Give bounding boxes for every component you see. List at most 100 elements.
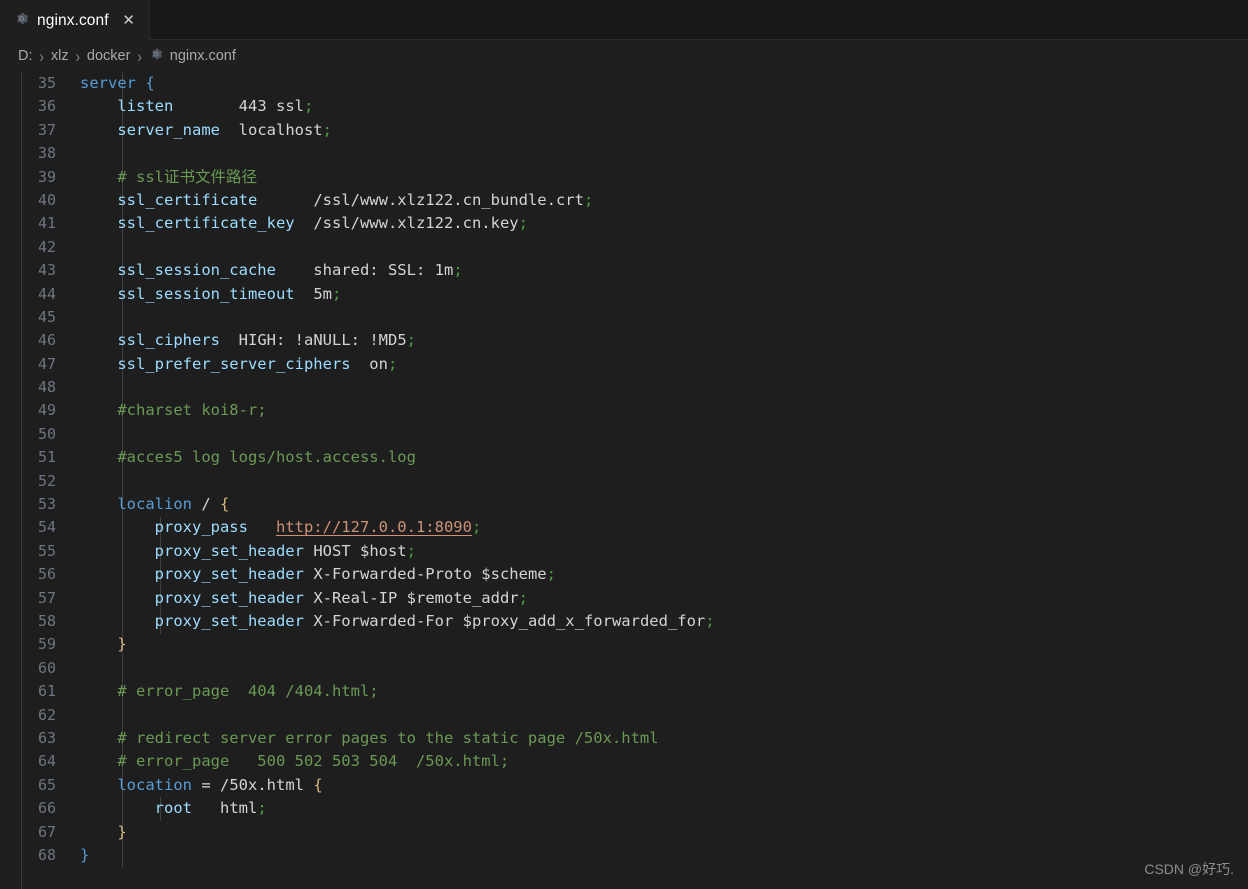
code-line: 40 ssl_certificate /ssl/www.xlz122.cn_bu…: [0, 189, 1248, 212]
code-line: 55 proxy_set_header HOST $host;: [0, 540, 1248, 563]
code-line: 39 # ssl证书文件路径: [0, 166, 1248, 189]
line-number: 51: [37, 448, 56, 467]
code-text: }: [117, 822, 127, 841]
watermark: CSDN @好巧.: [1144, 860, 1234, 877]
code-line: 65 location = /50x.html {: [0, 774, 1248, 797]
line-number: 67: [37, 822, 56, 841]
breadcrumb-label: D:: [18, 48, 33, 64]
code-text: ssl_certificate /ssl/www.xlz122.cn_bundl…: [117, 190, 594, 209]
code-text: proxy_set_header X-Real-IP $remote_addr;: [154, 588, 528, 607]
code-line: 37 server_name localhost;: [0, 119, 1248, 142]
chevron-right-icon: ›: [39, 46, 44, 66]
code-line: 56 proxy_set_header X-Forwarded-Proto $s…: [0, 563, 1248, 586]
code-line: 63 # redirect server error pages to the …: [0, 727, 1248, 750]
code-text: #charset koi8-r;: [117, 401, 267, 420]
breadcrumb-item-file[interactable]: nginx.conf: [149, 47, 236, 65]
code-text: }: [117, 635, 127, 654]
breadcrumb-label: nginx.conf: [169, 48, 236, 64]
code-text: ssl_ciphers HIGH: !aNULL: !MD5;: [117, 331, 417, 350]
line-number: 48: [37, 378, 56, 397]
code-line: 59 }: [0, 633, 1248, 656]
line-number: 62: [37, 705, 56, 724]
line-number: 41: [37, 214, 56, 233]
code-line: 52: [0, 470, 1248, 493]
breadcrumb-item-xlz[interactable]: xlz: [51, 48, 69, 64]
line-number: 66: [37, 799, 56, 818]
code-line: 60: [0, 657, 1248, 680]
code-text: ssl_session_cache shared: SSL: 1m;: [117, 261, 463, 280]
code-line: 53 localion / {: [0, 493, 1248, 516]
breadcrumb-label: docker: [86, 48, 131, 64]
code-line: 45: [0, 306, 1248, 329]
code-text: location = /50x.html {: [117, 775, 323, 794]
code-line: 50: [0, 423, 1248, 446]
line-number: 57: [37, 588, 56, 607]
code-line: 35 server {: [0, 72, 1248, 95]
line-number: 60: [37, 658, 56, 677]
code-text: # error_page 404 /404.html;: [117, 682, 379, 701]
chevron-right-icon: ›: [137, 46, 142, 66]
code-text: localion / {: [117, 495, 230, 514]
tab-label: nginx.conf: [37, 11, 109, 29]
code-line: 68}: [0, 844, 1248, 867]
code-line: 36 listen 443 ssl;: [0, 95, 1248, 118]
chevron-right-icon: ›: [75, 46, 80, 66]
line-number: 37: [37, 120, 56, 139]
code-line: 48: [0, 376, 1248, 399]
line-number: 64: [37, 752, 56, 771]
code-text: # ssl证书文件路径: [117, 167, 257, 186]
line-number: 54: [37, 518, 56, 537]
code-text: ssl_session_timeout 5m;: [117, 284, 342, 303]
line-number: 53: [37, 495, 56, 514]
breadcrumb: D: › xlz › docker › nginx.conf: [0, 40, 1248, 72]
code-editor[interactable]: 35 server {36 listen 443 ssl; 37 server_na…: [0, 72, 1248, 889]
line-number: 59: [37, 635, 56, 654]
breadcrumb-label: xlz: [50, 48, 69, 64]
code-text: ssl_prefer_server_ciphers on;: [117, 354, 398, 373]
line-number: 68: [37, 845, 56, 864]
editor-tab-bar: nginx.conf ✕: [0, 0, 1248, 40]
line-number: 40: [37, 190, 56, 209]
line-number: 65: [37, 775, 56, 794]
code-text: listen 443 ssl;: [117, 97, 314, 116]
line-number: 36: [37, 97, 56, 116]
line-number: 39: [37, 167, 56, 186]
line-number: 52: [37, 471, 56, 490]
code-text: # error_page 500 502 503 504 /50x.html;: [117, 752, 510, 771]
line-number: 61: [37, 682, 56, 701]
line-number: 46: [37, 331, 56, 350]
gear-icon: [14, 11, 29, 31]
line-number: 63: [37, 728, 56, 747]
close-icon[interactable]: ✕: [119, 11, 139, 31]
line-number: 55: [37, 541, 56, 560]
code-line: 38: [0, 142, 1248, 165]
line-number: 35: [37, 74, 56, 92]
code-text: }: [80, 845, 90, 864]
breadcrumb-item-drive[interactable]: D:: [18, 48, 33, 64]
code-line: 67 }: [0, 821, 1248, 844]
code-line: 61 # error_page 404 /404.html;: [0, 680, 1248, 703]
line-number: 58: [37, 611, 56, 630]
line-number: 49: [37, 401, 56, 420]
line-number: 45: [37, 307, 56, 326]
code-line: 42: [0, 236, 1248, 259]
code-line: 51 #acces5 log logs/host.access.log: [0, 446, 1248, 469]
code-lines: 35 server {36 listen 443 ssl; 37 server_na…: [0, 72, 1248, 867]
code-line: 41 ssl_certificate_key /ssl/www.xlz122.c…: [0, 212, 1248, 235]
code-text: root html;: [154, 799, 267, 818]
code-text: proxy_set_header HOST $host;: [154, 541, 416, 560]
code-text: # redirect server error pages to the sta…: [117, 728, 659, 747]
code-line: 58 proxy_set_header X-Forwarded-For $pro…: [0, 610, 1248, 633]
breadcrumb-item-docker[interactable]: docker: [87, 48, 131, 64]
code-line: 57 proxy_set_header X-Real-IP $remote_ad…: [0, 587, 1248, 610]
line-number: 56: [37, 565, 56, 584]
tab-nginx-conf[interactable]: nginx.conf ✕: [0, 0, 150, 40]
code-text: proxy_set_header X-Forwarded-For $proxy_…: [154, 611, 715, 630]
code-text: server {: [80, 74, 155, 92]
line-number: 47: [37, 354, 56, 373]
editor-scrollbar[interactable]: [1234, 72, 1248, 889]
line-number: 38: [37, 144, 56, 163]
code-line: 47 ssl_prefer_server_ciphers on;: [0, 353, 1248, 376]
line-number: 44: [37, 284, 56, 303]
code-line: 46 ssl_ciphers HIGH: !aNULL: !MD5;: [0, 329, 1248, 352]
